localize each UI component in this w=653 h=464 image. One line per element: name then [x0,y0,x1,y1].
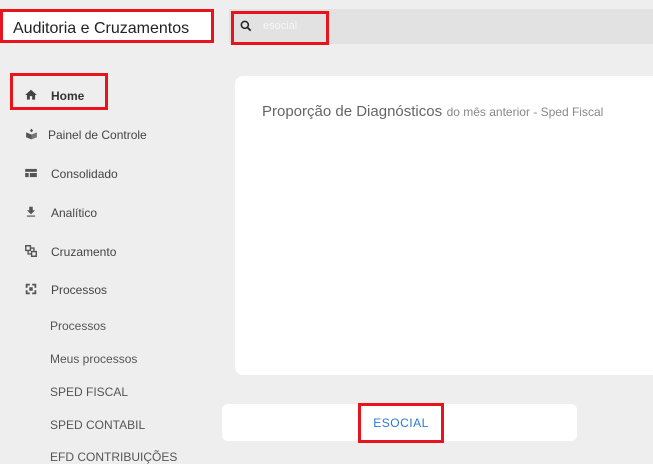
crossing-icon [24,244,38,258]
sidebar-subitem-processos[interactable]: Processos [50,319,106,333]
sidebar-item-label: Analítico [51,206,98,220]
table-icon [24,166,38,180]
sidebar-subitem-efd-contribuicoes[interactable]: EFD CONTRIBUIÇÕES [50,450,177,464]
card-header: Proporção de Diagnósticos do mês anterio… [262,100,617,124]
sidebar-item-consolidado[interactable]: Consolidado [10,156,190,190]
sidebar-item-cruzamento[interactable]: Cruzamento [10,234,190,268]
card-subtitle: do mês anterior - Sped Fiscal [446,105,604,119]
diagnostics-card: Proporção de Diagnósticos do mês anterio… [235,76,653,375]
sidebar-item-painel[interactable]: Painel de Controle [10,117,190,151]
sidebar-subitem-sped-contabil[interactable]: SPED CONTABIL [50,418,145,432]
process-icon [24,282,38,296]
sidebar-item-processos[interactable]: Processos [10,272,190,306]
sidebar-item-label: Processos [51,283,108,297]
app-title: Auditoria e Cruzamentos [13,20,190,37]
home-highlight [10,73,108,110]
sidebar-subitem-sped-fiscal[interactable]: SPED FISCAL [50,385,128,399]
dashboard-icon [25,127,39,141]
sidebar-item-analitico[interactable]: Analítico [10,195,190,229]
sidebar-subitem-meus-processos[interactable]: Meus processos [50,352,137,366]
sidebar-item-label: Consolidado [51,167,118,181]
download-icon [24,205,38,219]
esocial-highlight [358,403,444,443]
search-highlight [231,11,329,45]
sidebar-item-label: Cruzamento [51,245,117,259]
sidebar-item-label: Painel de Controle [48,128,147,142]
card-title: Proporção de Diagnósticos [262,103,443,120]
app-title-box: Auditoria e Cruzamentos [0,9,214,43]
